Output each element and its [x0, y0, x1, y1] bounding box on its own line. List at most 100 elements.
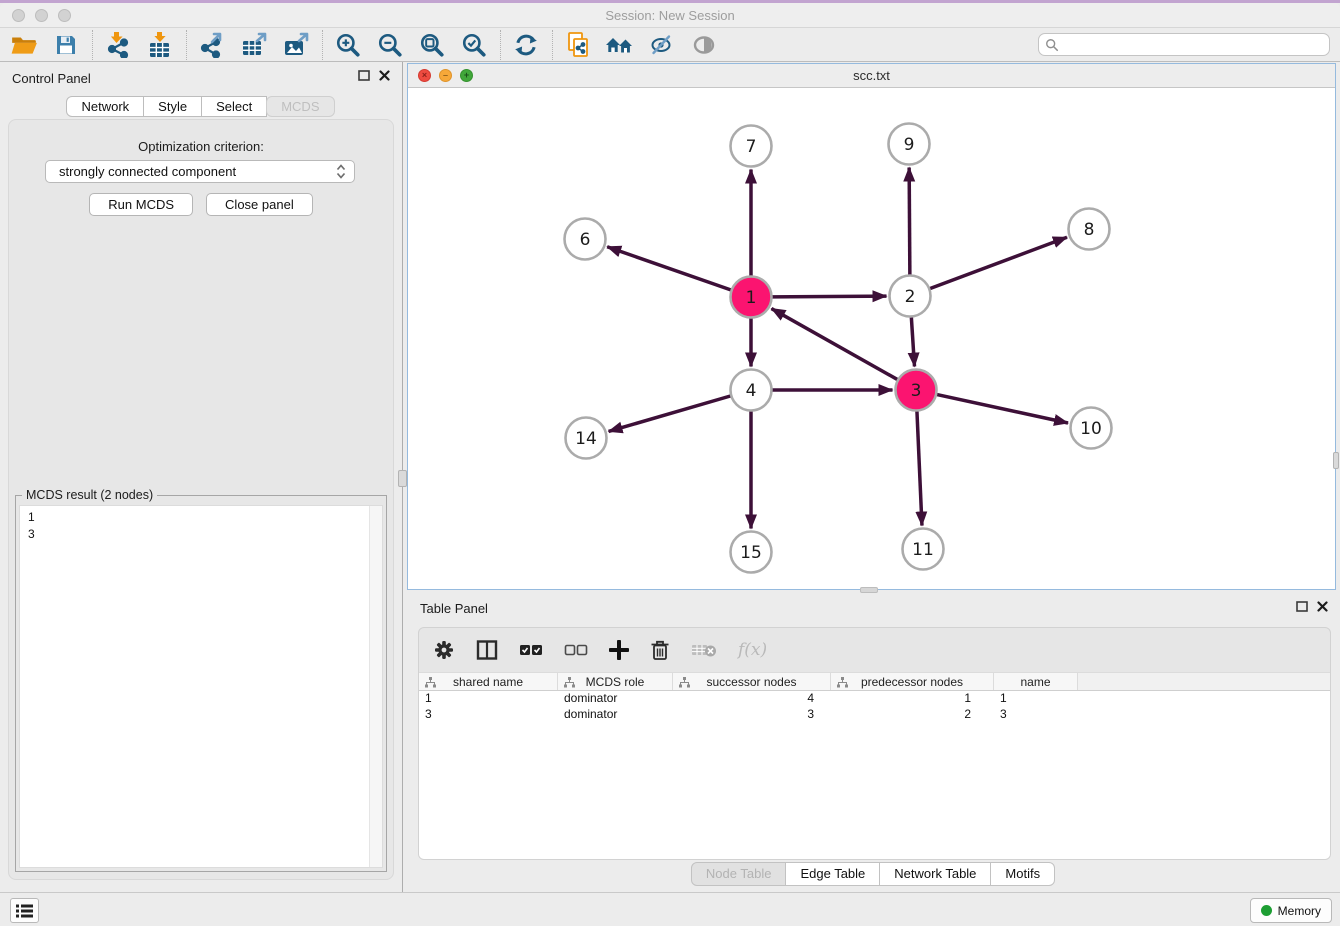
- run-mcds-button[interactable]: Run MCDS: [89, 193, 193, 216]
- table-cell[interactable]: 4: [673, 691, 831, 707]
- control-panel: Control Panel NetworkStyleSelectMCDS Opt…: [0, 62, 403, 892]
- graph-node-8[interactable]: 8: [1069, 209, 1110, 250]
- mcds-result-list[interactable]: 1 3: [19, 505, 383, 868]
- apply-function-button[interactable]: f(x): [738, 637, 767, 663]
- tab-network-table[interactable]: Network Table: [879, 862, 991, 886]
- import-table-button[interactable]: [142, 30, 178, 60]
- close-panel-button[interactable]: Close panel: [206, 193, 313, 216]
- function-icon: f(x): [738, 640, 767, 660]
- graphics-details-icon: [649, 33, 675, 57]
- home-view-button[interactable]: [602, 30, 638, 60]
- deselect-all-button[interactable]: [564, 637, 588, 663]
- graph-edge-3-1[interactable]: [771, 309, 897, 380]
- mcds-result-text: 1 3: [20, 506, 382, 546]
- zoom-fit-button[interactable]: [414, 30, 450, 60]
- birds-eye-view-button[interactable]: [686, 30, 722, 60]
- graph-node-1[interactable]: 1: [731, 277, 772, 318]
- refresh-layout-button[interactable]: [508, 30, 544, 60]
- search-input[interactable]: [1063, 38, 1323, 52]
- toolbar-divider: [186, 30, 187, 60]
- table-row[interactable]: 3dominator323: [419, 707, 1330, 723]
- tab-node-table[interactable]: Node Table: [691, 862, 787, 886]
- table-toolbar: f(x): [419, 628, 1330, 672]
- table-cell[interactable]: 2: [831, 707, 994, 723]
- table-cell[interactable]: 3: [994, 707, 1078, 723]
- result-scrollbar[interactable]: [369, 506, 382, 867]
- add-column-button[interactable]: [609, 637, 629, 663]
- column-header-label: MCDS role: [586, 675, 645, 689]
- graph-edge-3-10[interactable]: [937, 395, 1068, 423]
- float-panel-icon[interactable]: [358, 70, 370, 81]
- graph-edge-3-11[interactable]: [917, 411, 922, 525]
- graph-node-6[interactable]: 6: [565, 219, 606, 260]
- column-header-successor-nodes[interactable]: successor nodes: [673, 673, 831, 690]
- table-settings-button[interactable]: [433, 637, 455, 663]
- task-history-button[interactable]: [10, 898, 39, 923]
- graph-node-11[interactable]: 11: [903, 529, 944, 570]
- export-table-button[interactable]: [236, 30, 272, 60]
- zoom-in-button[interactable]: [330, 30, 366, 60]
- tab-network[interactable]: Network: [66, 96, 144, 117]
- graph-edge-2-3[interactable]: [911, 317, 914, 366]
- network-canvas[interactable]: 1 2 3 4 6 7 8 9 10 11 14 15: [408, 88, 1335, 589]
- network-table-divider-handle[interactable]: [860, 587, 878, 593]
- column-header-mcds-role[interactable]: MCDS role: [558, 673, 673, 690]
- columns-icon: [476, 639, 498, 661]
- tab-motifs[interactable]: Motifs: [990, 862, 1055, 886]
- table-cell[interactable]: dominator: [558, 707, 673, 723]
- table-panel-title: Table Panel: [420, 601, 488, 616]
- graph-node-10[interactable]: 10: [1071, 408, 1112, 449]
- import-network-button[interactable]: [100, 30, 136, 60]
- graphics-details-button[interactable]: [644, 30, 680, 60]
- mcds-result-title: MCDS result (2 nodes): [22, 488, 157, 502]
- table-cell[interactable]: 3: [419, 707, 558, 723]
- delete-table-button[interactable]: [691, 637, 717, 663]
- graph-edge-4-14[interactable]: [609, 396, 731, 431]
- memory-button[interactable]: Memory: [1250, 898, 1332, 923]
- panel-divider-handle[interactable]: [398, 470, 407, 487]
- tab-mcds[interactable]: MCDS: [266, 96, 334, 117]
- open-folder-button[interactable]: [6, 30, 42, 60]
- graph-edge-1-6[interactable]: [607, 247, 731, 290]
- table-cell[interactable]: 3: [673, 707, 831, 723]
- tab-edge-table[interactable]: Edge Table: [785, 862, 880, 886]
- graph-node-7[interactable]: 7: [731, 126, 772, 167]
- graph-node-2[interactable]: 2: [890, 276, 931, 317]
- graph-node-4[interactable]: 4: [731, 370, 772, 411]
- toolbar-divider: [500, 30, 501, 60]
- tab-style[interactable]: Style: [143, 96, 202, 117]
- criterion-select[interactable]: strongly connected component: [45, 160, 355, 183]
- export-network-button[interactable]: [194, 30, 230, 60]
- save-session-button[interactable]: [48, 30, 84, 60]
- select-all-button[interactable]: [519, 637, 543, 663]
- tab-select[interactable]: Select: [201, 96, 267, 117]
- clone-network-button[interactable]: [560, 30, 596, 60]
- memory-label: Memory: [1278, 904, 1321, 918]
- export-image-button[interactable]: [278, 30, 314, 60]
- column-header-label: shared name: [453, 675, 523, 689]
- graph-edge-2-8[interactable]: [930, 237, 1067, 288]
- graph-edge-2-9[interactable]: [909, 167, 910, 274]
- close-table-panel-icon[interactable]: [1317, 601, 1328, 612]
- zoom-selected-button[interactable]: [456, 30, 492, 60]
- column-header-name[interactable]: name: [994, 673, 1078, 690]
- graph-node-15[interactable]: 15: [731, 532, 772, 573]
- table-cell[interactable]: 1: [994, 691, 1078, 707]
- toggle-columns-button[interactable]: [476, 637, 498, 663]
- float-table-panel-icon[interactable]: [1296, 601, 1308, 612]
- zoom-out-button[interactable]: [372, 30, 408, 60]
- graph-node-9[interactable]: 9: [889, 124, 930, 165]
- delete-column-button[interactable]: [650, 637, 670, 663]
- column-header-shared-name[interactable]: shared name: [419, 673, 558, 690]
- table-cell[interactable]: dominator: [558, 691, 673, 707]
- column-header-predecessor-nodes[interactable]: predecessor nodes: [831, 673, 994, 690]
- export-network-icon: [199, 32, 225, 58]
- graph-node-3[interactable]: 3: [896, 370, 937, 411]
- close-panel-icon[interactable]: [379, 70, 390, 81]
- network-right-divider-handle[interactable]: [1333, 452, 1339, 469]
- table-cell[interactable]: 1: [419, 691, 558, 707]
- table-cell[interactable]: 1: [831, 691, 994, 707]
- table-row[interactable]: 1dominator411: [419, 691, 1330, 707]
- graph-edge-1-2[interactable]: [772, 296, 886, 297]
- graph-node-14[interactable]: 14: [566, 418, 607, 459]
